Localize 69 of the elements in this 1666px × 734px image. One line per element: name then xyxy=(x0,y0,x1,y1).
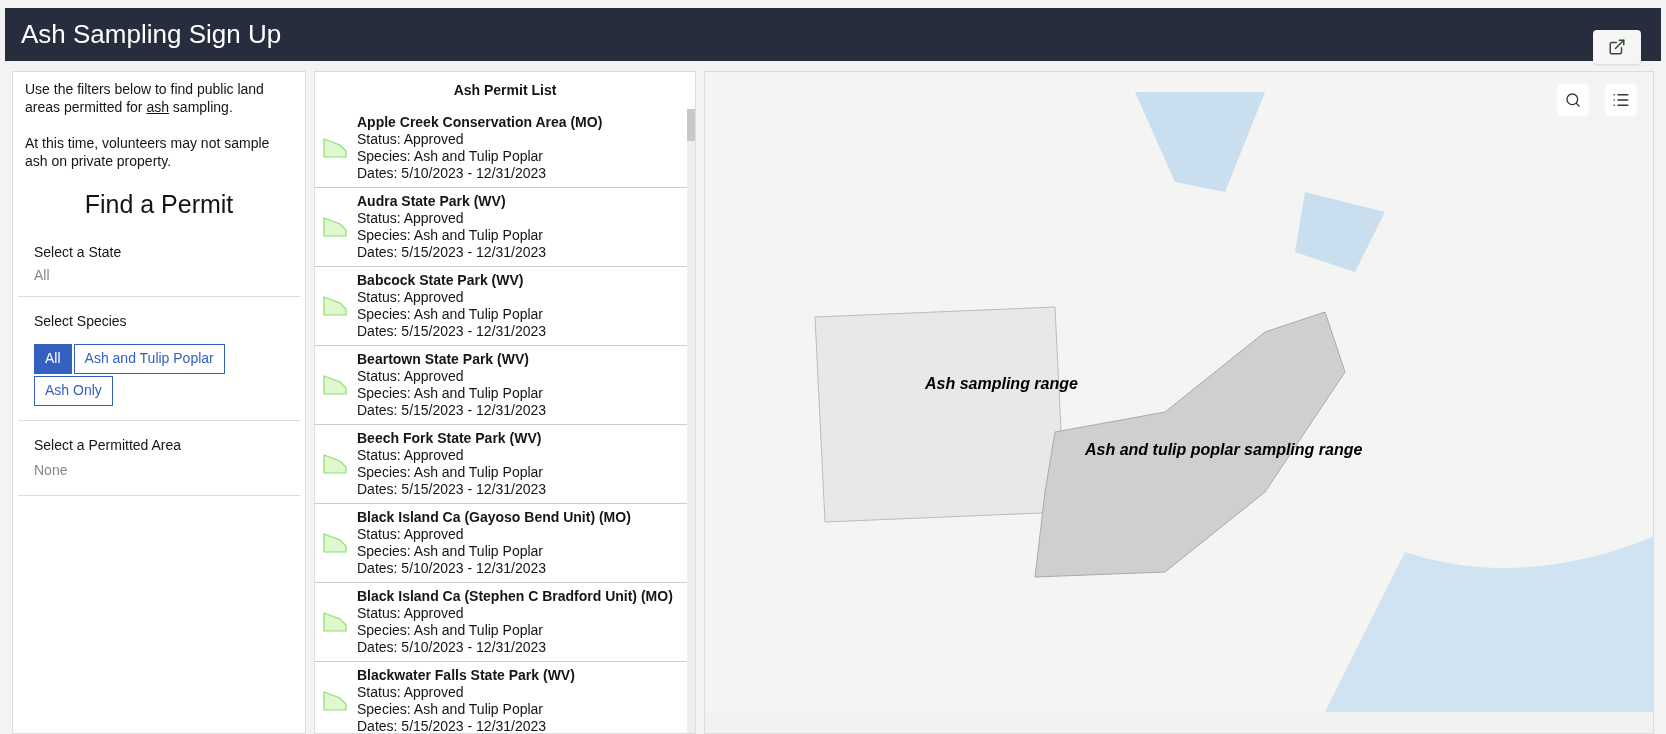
permit-species: Species: Ash and Tulip Poplar xyxy=(357,543,544,560)
permit-species: Species: Ash and Tulip Poplar xyxy=(357,148,544,165)
filter-value[interactable]: None xyxy=(34,459,284,481)
filter-value[interactable]: All xyxy=(34,264,284,286)
permit-dates: Dates: 5/10/2023 - 12/31/2023 xyxy=(357,639,548,656)
permit-status: Status: Approved xyxy=(357,526,465,543)
permit-dates: Dates: 5/15/2023 - 12/31/2023 xyxy=(357,402,547,419)
note-text: At this time, volunteers may not sample ash on private property. xyxy=(25,134,271,170)
permit-list-item[interactable]: Black Island Ca (Stephen C Bradford Unit) (MO) Status: Approved Species: Ash and Tulip Poplar Dates: 5/10/2023 - 12/31/2023 xyxy=(315,583,687,662)
permit-species: Species: Ash and Tulip Poplar xyxy=(357,227,544,244)
permit-list-item[interactable]: Audra State Park (WV) Status: Approved Species: Ash and Tulip Poplar Dates: 5/15/2023 - 12/31/2023 xyxy=(315,188,687,267)
permit-dates: Dates: 5/10/2023 - 12/31/2023 xyxy=(357,560,548,577)
app-title: Ash Sampling Sign Up xyxy=(21,18,282,51)
polygon-swatch-icon xyxy=(323,217,347,237)
permit-name: Blackwater Falls State Park (WV) xyxy=(357,667,575,684)
permit-name: Beartown State Park (WV) xyxy=(357,351,530,368)
permit-list-item[interactable]: Black Island Ca (Gayoso Bend Unit) (MO) Status: Approved Species: Ash and Tulip Poplar Dates: 5/10/2023 - 12/31/2023 xyxy=(315,504,687,583)
map-layer-label: Ash sampling range xyxy=(925,374,1078,394)
permit-status: Status: Approved xyxy=(357,684,465,701)
panel-heading: Find a Permit xyxy=(83,189,235,220)
permit-status: Status: Approved xyxy=(357,447,465,464)
filter-label: Select Species xyxy=(34,311,128,331)
permit-list-item[interactable]: Beech Fork State Park (WV) Status: Approved Species: Ash and Tulip Poplar Dates: 5/15/2023 - 12/31/2023 xyxy=(315,425,687,504)
polygon-swatch-icon xyxy=(323,138,347,158)
permit-status: Status: Approved xyxy=(357,605,465,622)
permit-species: Species: Ash and Tulip Poplar xyxy=(357,701,544,718)
filter-label: Select a Permitted Area xyxy=(34,435,183,455)
permit-status: Status: Approved xyxy=(357,131,465,148)
open-external-button[interactable] xyxy=(1593,30,1641,64)
permit-species: Species: Ash and Tulip Poplar xyxy=(357,622,544,639)
external-link-icon xyxy=(1608,38,1626,56)
list-title: Ash Permit List xyxy=(452,81,558,100)
polygon-swatch-icon xyxy=(323,533,347,553)
polygon-swatch-icon xyxy=(323,691,347,711)
permit-list-item[interactable]: Beartown State Park (WV) Status: Approved Species: Ash and Tulip Poplar Dates: 5/15/2023 - 12/31/2023 xyxy=(315,346,687,425)
permit-name: Black Island Ca (Gayoso Bend Unit) (MO) xyxy=(357,509,631,526)
permit-dates: Dates: 5/15/2023 - 12/31/2023 xyxy=(357,718,548,733)
polygon-swatch-icon xyxy=(323,296,347,316)
permit-dates: Dates: 5/10/2023 - 12/31/2023 xyxy=(357,165,548,182)
permit-list-item[interactable]: Babcock State Park (WV) Status: Approved Species: Ash and Tulip Poplar Dates: 5/15/2023 - 12/31/2023 xyxy=(315,267,687,346)
polygon-swatch-icon xyxy=(323,612,347,632)
permit-species: Species: Ash and Tulip Poplar xyxy=(357,306,544,323)
permit-species: Species: Ash and Tulip Poplar xyxy=(357,464,544,481)
permit-name: Beech Fork State Park (WV) xyxy=(357,430,543,447)
polygon-swatch-icon xyxy=(323,375,347,395)
permit-list-item[interactable]: Apple Creek Conservation Area (MO) Status: Approved Species: Ash and Tulip Poplar Dates: 5/10/2023 - 12/31/2023 xyxy=(315,109,687,188)
intro-text: Use the filters below to find public land areas permitted for ash sampling. xyxy=(25,80,265,116)
search-button[interactable] xyxy=(1557,84,1589,116)
species-toggle-button[interactable]: Ash and Tulip Poplar xyxy=(73,343,225,374)
filter-label: Select a State xyxy=(34,242,123,262)
permit-dates: Dates: 5/15/2023 - 12/31/2023 xyxy=(357,481,547,498)
permit-name: Babcock State Park (WV) xyxy=(357,272,525,289)
permit-name: Audra State Park (WV) xyxy=(357,193,507,210)
permit-dates: Dates: 5/15/2023 - 12/31/2023 xyxy=(357,323,547,340)
permit-species: Species: Ash and Tulip Poplar xyxy=(357,385,544,402)
permit-name: Apple Creek Conservation Area (MO) xyxy=(357,114,603,131)
permit-name: Black Island Ca (Stephen C Bradford Unit) (MO) xyxy=(357,588,673,605)
permit-status: Status: Approved xyxy=(357,368,465,385)
polygon-swatch-icon xyxy=(323,454,347,474)
permit-status: Status: Approved xyxy=(357,289,465,306)
permit-status: Status: Approved xyxy=(357,210,465,227)
species-toggle-button[interactable]: Ash Only xyxy=(34,375,113,406)
legend-button[interactable] xyxy=(1605,84,1637,116)
map-view[interactable]: Ash sampling range Ash and tulip poplar sampling range xyxy=(704,71,1654,734)
search-icon xyxy=(1565,92,1581,108)
map-layer-label: Ash and tulip poplar sampling range xyxy=(1085,440,1363,460)
list-icon xyxy=(1612,91,1630,109)
species-toggle-button[interactable]: All xyxy=(34,343,72,374)
permit-dates: Dates: 5/15/2023 - 12/31/2023 xyxy=(357,244,547,261)
